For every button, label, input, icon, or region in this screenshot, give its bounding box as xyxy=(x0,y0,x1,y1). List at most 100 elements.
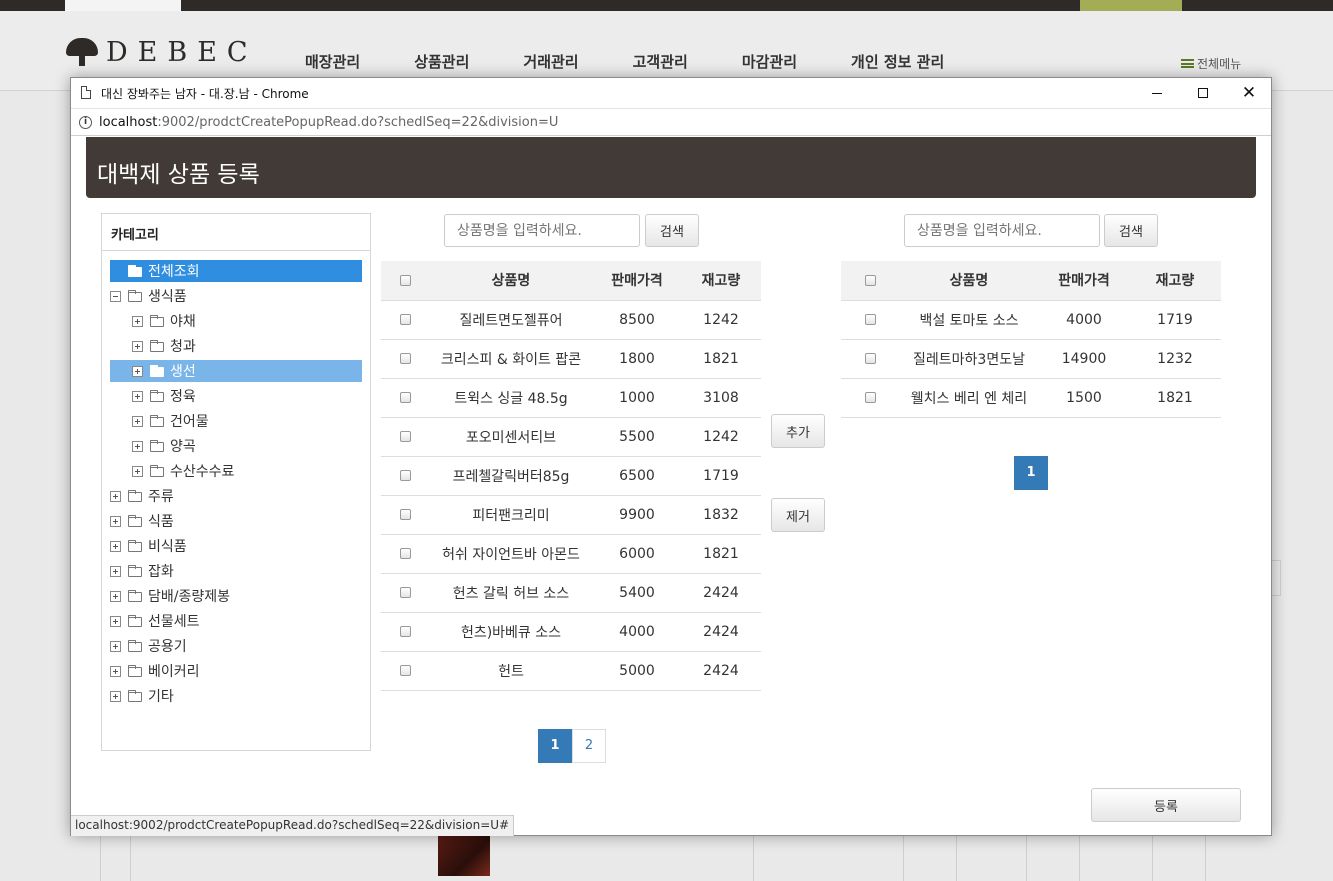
expand-icon[interactable] xyxy=(110,490,121,502)
row-checkbox[interactable] xyxy=(399,509,411,520)
expand-icon[interactable] xyxy=(132,465,143,477)
tree-item[interactable]: 청과 xyxy=(132,335,362,357)
table-row[interactable]: 질레트마하3면도날 14900 1232 xyxy=(841,339,1221,379)
tree-item[interactable]: 비식품 xyxy=(110,535,362,557)
register-button[interactable]: 등록 xyxy=(1091,788,1241,822)
expand-icon[interactable] xyxy=(110,615,121,627)
expand-icon[interactable] xyxy=(132,315,143,327)
table-row[interactable]: 프레첼갈릭버터85g 6500 1719 xyxy=(381,456,761,496)
col-price[interactable]: 판매가격 xyxy=(1039,261,1129,301)
page-link[interactable]: 2 xyxy=(572,729,606,763)
table-row[interactable]: 허쉬 자이언트바 아몬드 6000 1821 xyxy=(381,534,761,574)
tree-item[interactable]: 공용기 xyxy=(110,635,362,657)
table-row[interactable]: 웰치스 베리 엔 체리 1500 1821 xyxy=(841,378,1221,418)
tree-item[interactable]: 선물세트 xyxy=(110,610,362,632)
tree-item[interactable]: 잡화 xyxy=(110,560,362,582)
row-checkbox[interactable] xyxy=(399,470,411,481)
table-row[interactable]: 크리스피 & 화이트 팝콘 1800 1821 xyxy=(381,339,761,379)
tree-item[interactable]: 정육 xyxy=(132,385,362,407)
close-button[interactable]: ✕ xyxy=(1226,78,1272,108)
select-all-checkbox[interactable] xyxy=(864,274,876,286)
tree-item[interactable]: 양곡 xyxy=(132,435,362,457)
left-search-input[interactable] xyxy=(444,214,640,247)
tree-item[interactable]: 건어물 xyxy=(132,410,362,432)
row-checkbox[interactable] xyxy=(399,626,411,637)
expand-icon[interactable] xyxy=(110,640,121,652)
row-checkbox[interactable] xyxy=(399,431,411,442)
tree-item[interactable]: 생식품 xyxy=(110,285,362,307)
tree-item[interactable]: 식품 xyxy=(110,510,362,532)
collapse-icon[interactable] xyxy=(110,290,121,302)
site-logo[interactable]: DEBEC xyxy=(66,37,258,68)
table-row[interactable]: 헌츠 갈릭 허브 소스 5400 2424 xyxy=(381,573,761,613)
row-checkbox[interactable] xyxy=(399,548,411,559)
table-row[interactable]: 질레트면도젤퓨어 8500 1242 xyxy=(381,300,761,340)
tree-item[interactable]: 수산수수료 xyxy=(132,460,362,482)
expand-icon[interactable] xyxy=(132,415,143,427)
row-checkbox[interactable] xyxy=(399,392,411,403)
left-search-button[interactable]: 검색 xyxy=(645,214,699,247)
tree-item[interactable]: 야채 xyxy=(132,310,362,332)
row-checkbox[interactable] xyxy=(399,314,411,325)
tree-item[interactable]: 베이커리 xyxy=(110,660,362,682)
table-row[interactable]: 포오미센서티브 5500 1242 xyxy=(381,417,761,457)
row-checkbox[interactable] xyxy=(399,353,411,364)
site-top-tab[interactable] xyxy=(65,0,181,11)
tree-item[interactable]: 기타 xyxy=(110,685,362,707)
expand-icon[interactable] xyxy=(132,365,143,377)
site-top-green-tab[interactable] xyxy=(1080,0,1182,11)
tree-item[interactable]: 생선 xyxy=(110,360,362,382)
row-checkbox[interactable] xyxy=(864,392,876,403)
add-button[interactable]: 추가 xyxy=(771,414,825,448)
right-search-input[interactable] xyxy=(904,214,1100,247)
expand-icon[interactable] xyxy=(110,690,121,702)
page-link[interactable]: 1 xyxy=(1014,456,1048,490)
table-row[interactable]: 피터팬크리미 9900 1832 xyxy=(381,495,761,535)
site-nav-item[interactable]: 상품관리 xyxy=(414,51,469,72)
expand-icon[interactable] xyxy=(132,390,143,402)
table-row[interactable]: 트윅스 싱글 48.5g 1000 3108 xyxy=(381,378,761,418)
all-menu-button[interactable]: 전체메뉴 xyxy=(1181,55,1241,72)
tree-item[interactable]: 담배/종량제봉 xyxy=(110,585,362,607)
col-name[interactable]: 상품명 xyxy=(429,261,593,301)
col-price[interactable]: 판매가격 xyxy=(593,261,681,301)
cell-price: 5500 xyxy=(593,417,681,457)
cell-stock: 2424 xyxy=(681,651,761,691)
row-checkbox[interactable] xyxy=(399,665,411,676)
table-row[interactable]: 헌트 5000 2424 xyxy=(381,651,761,691)
col-name[interactable]: 상품명 xyxy=(899,261,1039,301)
remove-button[interactable]: 제거 xyxy=(771,498,825,532)
expand-icon[interactable] xyxy=(132,440,143,452)
expand-icon[interactable] xyxy=(110,515,121,527)
right-search-button[interactable]: 검색 xyxy=(1104,214,1158,247)
row-checkbox[interactable] xyxy=(864,314,876,325)
expand-icon[interactable] xyxy=(110,540,121,552)
maximize-icon xyxy=(1198,88,1208,98)
checkbox-cell xyxy=(381,339,429,379)
table-row[interactable]: 헌츠)바베큐 소스 4000 2424 xyxy=(381,612,761,652)
site-nav-item[interactable]: 개인 정보 관리 xyxy=(851,51,944,72)
site-nav-item[interactable]: 매장관리 xyxy=(305,51,360,72)
address-bar[interactable]: i localhost:9002/prodctCreatePopupRead.d… xyxy=(71,108,1271,136)
tree-item[interactable]: 주류 xyxy=(110,485,362,507)
site-nav-item[interactable]: 고객관리 xyxy=(633,51,688,72)
select-all-checkbox[interactable] xyxy=(399,274,411,286)
site-nav-item[interactable]: 거래관리 xyxy=(523,51,578,72)
info-icon[interactable]: i xyxy=(79,116,92,129)
row-checkbox[interactable] xyxy=(399,587,411,598)
window-titlebar[interactable]: 대신 장봐주는 남자 - 대.장.남 - Chrome ✕ xyxy=(71,78,1271,108)
maximize-button[interactable] xyxy=(1180,78,1226,108)
expand-icon[interactable] xyxy=(110,590,121,602)
row-checkbox[interactable] xyxy=(864,353,876,364)
page-link[interactable]: 1 xyxy=(538,729,572,763)
expand-icon[interactable] xyxy=(110,665,121,677)
col-stock[interactable]: 재고량 xyxy=(681,261,761,301)
expand-icon[interactable] xyxy=(132,340,143,352)
expand-icon[interactable] xyxy=(110,565,121,577)
tree-item[interactable]: 전체조회 xyxy=(110,260,362,282)
col-stock[interactable]: 재고량 xyxy=(1129,261,1221,301)
site-nav-item[interactable]: 마감관리 xyxy=(742,51,797,72)
minimize-button[interactable] xyxy=(1134,78,1180,108)
table-row[interactable]: 백설 토마토 소스 4000 1719 xyxy=(841,300,1221,340)
url-text[interactable]: localhost:9002/prodctCreatePopupRead.do?… xyxy=(99,115,558,130)
